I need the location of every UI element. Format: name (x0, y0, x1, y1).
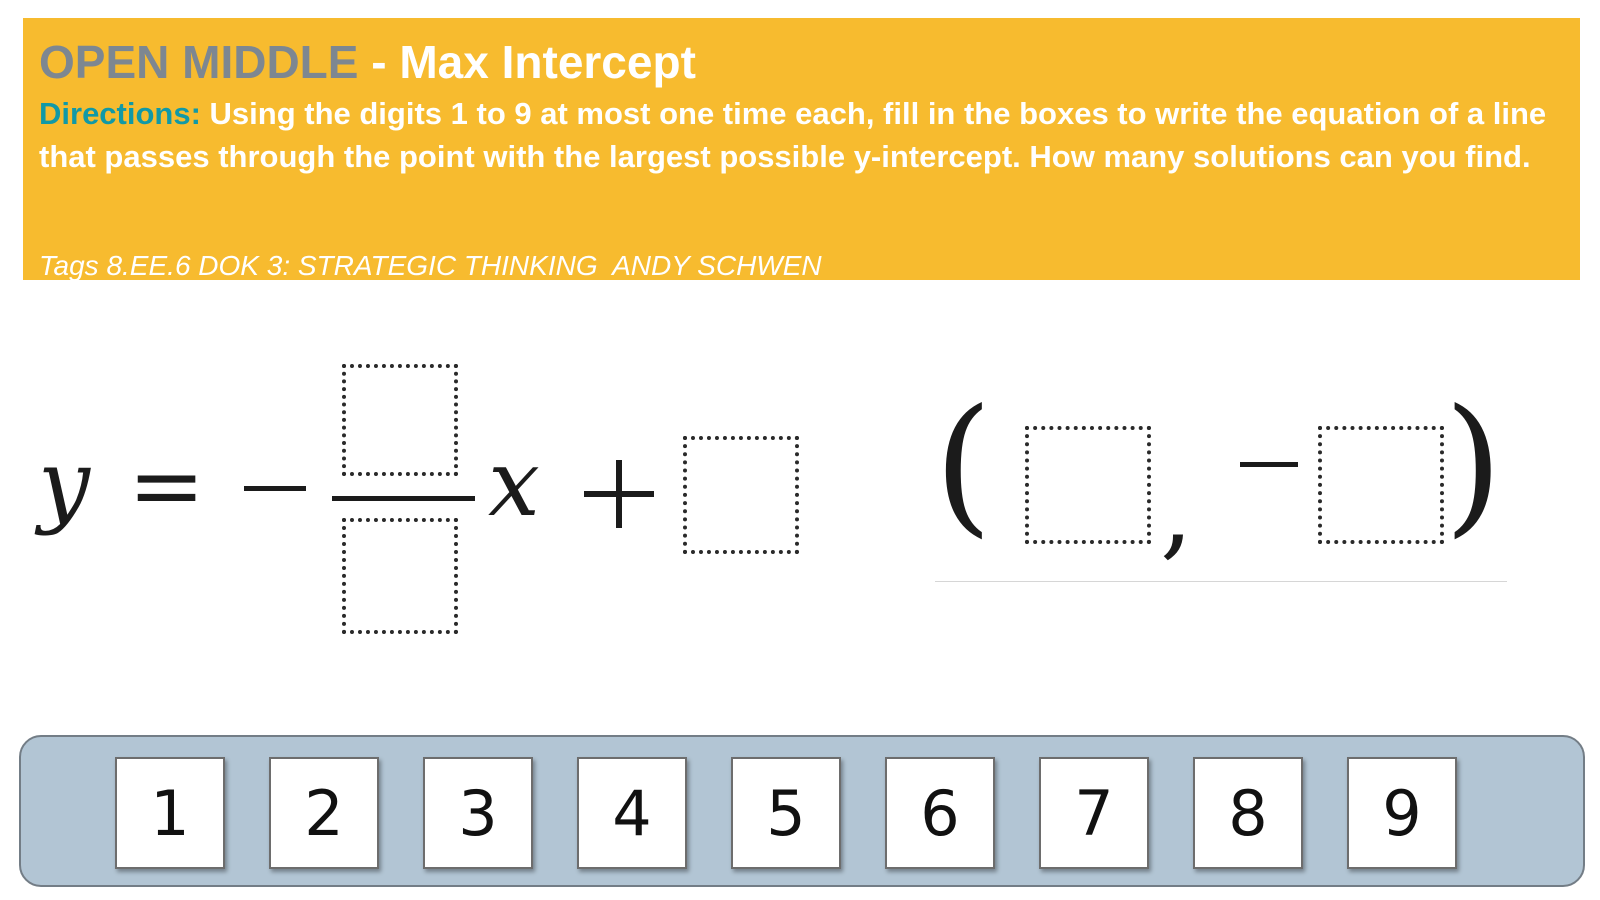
equation-equals: = (128, 432, 206, 539)
y-intercept-box[interactable] (683, 436, 799, 554)
slope-numerator-box[interactable] (342, 364, 458, 476)
point-open-paren: ( (934, 378, 993, 552)
digit-tray: 1 2 3 4 5 6 7 8 9 (19, 735, 1585, 887)
title-separator: - (358, 36, 400, 88)
directions-label: Directions: (39, 96, 201, 131)
digit-tile-3[interactable]: 3 (423, 757, 533, 869)
equation-x: x (488, 430, 540, 537)
point-comma: , (1160, 449, 1194, 571)
header-banner: OPEN MIDDLE - Max Intercept Directions: … (23, 18, 1580, 281)
digit-tile-9[interactable]: 9 (1347, 757, 1457, 869)
digit-tile-8[interactable]: 8 (1193, 757, 1303, 869)
point-close-paren: ) (1444, 378, 1503, 552)
point-x-box[interactable] (1025, 426, 1151, 544)
point-negative-sign (1240, 462, 1298, 467)
digit-tile-5[interactable]: 5 (731, 757, 841, 869)
plus-sign-vertical (616, 460, 622, 528)
digit-tile-6[interactable]: 6 (885, 757, 995, 869)
tags-line: Tags 8.EE.6 DOK 3: STRATEGIC THINKING AN… (39, 250, 822, 281)
digit-tile-1[interactable]: 1 (115, 757, 225, 869)
digit-tile-2[interactable]: 2 (269, 757, 379, 869)
title-main: Max Intercept (399, 36, 696, 88)
directions: Directions: Using the digits 1 to 9 at m… (39, 92, 1564, 178)
slope-denominator-box[interactable] (342, 518, 458, 634)
digit-tile-4[interactable]: 4 (577, 757, 687, 869)
directions-text: Using the digits 1 to 9 at most one time… (39, 96, 1547, 174)
page-title: OPEN MIDDLE - Max Intercept (39, 36, 1564, 88)
equation-y: y (38, 430, 90, 537)
point-y-box[interactable] (1318, 426, 1444, 544)
negative-sign (244, 486, 306, 491)
equation-area: y = x ( , ) (0, 290, 1600, 710)
point-underline (935, 581, 1507, 582)
digit-tile-7[interactable]: 7 (1039, 757, 1149, 869)
fraction-bar (332, 496, 475, 501)
title-prefix: OPEN MIDDLE (39, 36, 359, 88)
